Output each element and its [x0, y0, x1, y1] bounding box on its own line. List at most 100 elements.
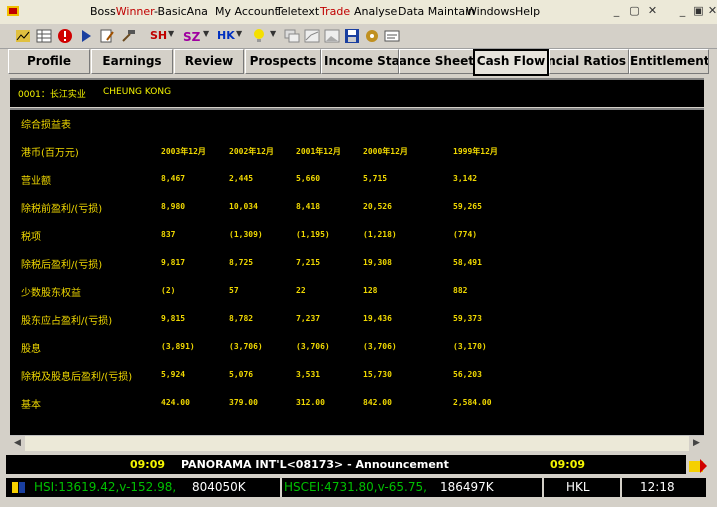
hsi-index: HSI:13619.42,v-152.98, — [34, 480, 177, 494]
news-time-right: 09:09 — [550, 458, 586, 471]
tab-entitlement[interactable]: Entitlement — [629, 49, 709, 74]
column-header: 1999年12月 — [453, 147, 498, 156]
minimize-icon[interactable]: _ — [610, 4, 623, 17]
table-cell: 19,308 — [363, 258, 392, 267]
tab-earnings[interactable]: Earnings — [91, 49, 173, 74]
table-cell: 7,237 — [296, 314, 321, 323]
row-label: 除税及股息后盈利/(亏损) — [21, 372, 133, 383]
column-header: 2002年12月 — [229, 147, 274, 156]
table-cell: 882 — [453, 286, 468, 295]
app-name-suffix: -BasicAna — [153, 5, 208, 18]
horizontal-scrollbar[interactable]: ◀ ▶ — [10, 435, 704, 451]
image-icon[interactable] — [323, 27, 341, 45]
app-window: BossWinner-BasicAna My Account Teletext … — [0, 0, 717, 507]
market-status-icon — [12, 482, 25, 493]
sz-market-icon[interactable]: SZ — [182, 27, 200, 45]
sh-market-button[interactable]: SH — [150, 29, 167, 42]
news-time: 09:09 — [130, 458, 166, 471]
table-cell: 5,715 — [363, 174, 388, 183]
windows-icon[interactable] — [283, 27, 301, 45]
row-label: 税项 — [21, 232, 41, 243]
news-headline[interactable]: PANORAMA INT'L<08173> - Announcement — [181, 458, 449, 471]
row-label: 营业额 — [21, 176, 51, 187]
news-ticker[interactable]: 09:09 PANORAMA INT'L<08173> - Announceme… — [6, 455, 686, 474]
table-cell: 8,467 — [161, 174, 186, 183]
scroll-right-icon[interactable]: ▶ — [689, 436, 704, 451]
tab-cash-flow[interactable]: Cash Flow — [473, 49, 549, 76]
stop-icon[interactable] — [56, 27, 74, 45]
hsi-volume: 804050K — [192, 480, 246, 494]
table-cell: 19,436 — [363, 314, 392, 323]
tab-balance-sheet-label: Balance Sheet — [399, 54, 474, 68]
app-minimize-icon[interactable]: _ — [676, 4, 689, 17]
notes-icon[interactable] — [383, 27, 401, 45]
tab-review[interactable]: Review — [174, 49, 244, 74]
table-cell: 22 — [296, 286, 306, 295]
row-label: 股东应占盈利/(亏损) — [21, 316, 113, 327]
tools-icon[interactable] — [363, 27, 381, 45]
hammer-icon[interactable] — [119, 27, 137, 45]
table-cell: 837 — [161, 230, 176, 239]
menu-data-maintain[interactable]: Data Maintain — [398, 5, 475, 18]
tab-income-statement[interactable]: Income Statement — [321, 49, 399, 74]
chart-tool-icon[interactable] — [14, 27, 32, 45]
stock-header: 0001：长江实业 CHEUNG KONG — [10, 78, 704, 107]
hscei-index: HSCEI:4731.80,v-65.75, — [284, 480, 427, 494]
table-cell: 8,418 — [296, 202, 321, 211]
edit-icon[interactable] — [98, 27, 116, 45]
menu-bar: BossWinner-BasicAna My Account Teletext … — [0, 0, 717, 25]
table-cell: 2,445 — [229, 174, 254, 183]
scroll-left-icon[interactable]: ◀ — [10, 436, 25, 451]
lightbulb-icon[interactable] — [250, 27, 268, 45]
table-cell: (1,195) — [296, 230, 330, 239]
table-tool-icon[interactable] — [35, 27, 53, 45]
table-cell: 2,584.00 — [453, 398, 492, 407]
hscei-volume: 186497K — [440, 480, 494, 494]
restore-icon[interactable]: ▢ — [628, 4, 641, 17]
row-label: 基本 — [21, 400, 41, 411]
menu-windows[interactable]: Windows — [466, 5, 515, 18]
table-cell: (3,170) — [453, 342, 487, 351]
menu-teletext[interactable]: Teletext — [276, 5, 319, 18]
table-cell: 3,531 — [296, 370, 321, 379]
table-cell: 8,782 — [229, 314, 254, 323]
sz-dropdown-icon[interactable]: ▼ — [203, 29, 209, 38]
status-divider — [280, 478, 282, 497]
tab-profile[interactable]: Profile — [8, 49, 90, 74]
app-restore-icon[interactable]: ▣ — [692, 4, 705, 17]
hk-market-button[interactable]: HK — [217, 29, 235, 42]
tab-balance-sheet[interactable]: Balance Sheet — [399, 49, 477, 74]
menu-trade[interactable]: Trade — [320, 5, 350, 18]
row-label: 股息 — [21, 344, 41, 355]
menu-help[interactable]: Help — [515, 5, 540, 18]
menu-my-account[interactable]: My Account — [215, 5, 279, 18]
play-icon[interactable] — [77, 27, 95, 45]
tab-financial-ratios[interactable]: Financial Ratios — [549, 49, 629, 74]
report-tabs: Profile Earnings Review Prospects Income… — [6, 49, 712, 76]
table-cell: 424.00 — [161, 398, 190, 407]
save-icon[interactable] — [343, 27, 361, 45]
table-cell: 128 — [363, 286, 378, 295]
news-alert-icon[interactable] — [688, 458, 708, 474]
table-cell: 312.00 — [296, 398, 325, 407]
table-cell: (1,218) — [363, 230, 397, 239]
graph-icon[interactable] — [303, 27, 321, 45]
hk-dropdown-icon[interactable]: ▼ — [236, 29, 242, 38]
column-header: 2001年12月 — [296, 147, 341, 156]
row-label: 少数股东权益 — [21, 288, 81, 299]
svg-text:SZ: SZ — [183, 30, 200, 44]
menu-analyse[interactable]: Analyse — [354, 5, 397, 18]
app-close-icon[interactable]: ✕ — [706, 4, 717, 17]
status-divider — [542, 478, 544, 497]
tab-prospects[interactable]: Prospects — [245, 49, 321, 74]
toolbar: SH ▼ SZ ▼ HK ▼ ▼ — [0, 24, 717, 49]
table-cell: 57 — [229, 286, 239, 295]
lightbulb-dropdown-icon[interactable]: ▼ — [270, 29, 276, 38]
table-cell: (1,309) — [229, 230, 263, 239]
table-cell: 10,034 — [229, 202, 258, 211]
sh-dropdown-icon[interactable]: ▼ — [168, 29, 174, 38]
income-statement-panel: 综合损益表 港币(百万元) 2003年12月 2002年12月 2001年12月… — [10, 108, 704, 437]
app-name-prefix: Boss — [90, 5, 116, 18]
currency-label: 港币(百万元) — [21, 148, 79, 159]
close-icon[interactable]: ✕ — [646, 4, 659, 17]
